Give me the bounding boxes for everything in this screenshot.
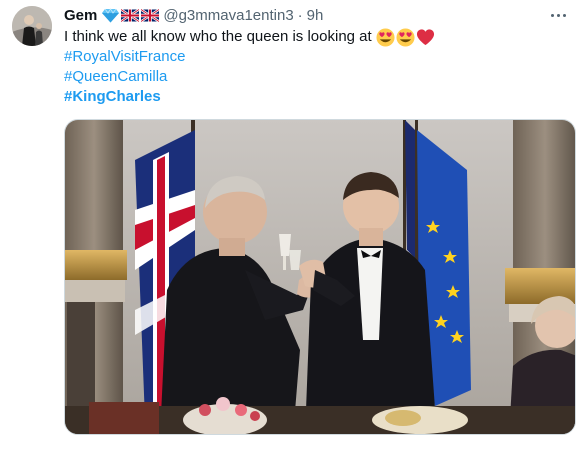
timestamp[interactable]: 9h	[307, 7, 324, 24]
hashtag-kingcharles[interactable]: #KingCharles	[64, 88, 161, 105]
more-dot	[556, 13, 560, 17]
tweet-text: I think we all know who the queen is loo…	[64, 27, 435, 47]
more-dot	[562, 13, 566, 17]
tweet-photo[interactable]	[64, 119, 576, 435]
heart-eyes-icon	[376, 27, 395, 47]
hashtag-royalvisitfrance[interactable]: #RoyalVisitFrance	[64, 48, 185, 65]
more-dot	[550, 13, 554, 17]
uk-flag-icon	[121, 8, 140, 22]
more-dots-icon[interactable]	[548, 8, 568, 22]
hashtag-line: #QueenCamilla	[64, 67, 167, 87]
author-name[interactable]: Gem	[64, 7, 97, 24]
separator-dot: ·	[297, 6, 303, 24]
tweet-header: Gem @g3mmava1entin3 · 9h	[64, 5, 323, 25]
avatar-photo	[12, 6, 52, 46]
heart-eyes-icon	[396, 27, 415, 47]
hashtag-line: #KingCharles	[64, 87, 161, 107]
red-heart-icon	[416, 28, 434, 45]
author-badges	[102, 7, 160, 23]
gem-icon	[102, 7, 120, 22]
hashtag-line: #RoyalVisitFrance	[64, 47, 185, 67]
avatar[interactable]	[12, 6, 52, 46]
tweet-text-content: I think we all know who the queen is loo…	[64, 28, 372, 45]
author-handle[interactable]: @g3mmava1entin3	[163, 7, 293, 24]
uk-flag-icon	[141, 8, 160, 22]
toast-photo	[65, 120, 575, 434]
hashtag-queencamilla[interactable]: #QueenCamilla	[64, 68, 167, 85]
tweet-emojis	[376, 27, 435, 47]
